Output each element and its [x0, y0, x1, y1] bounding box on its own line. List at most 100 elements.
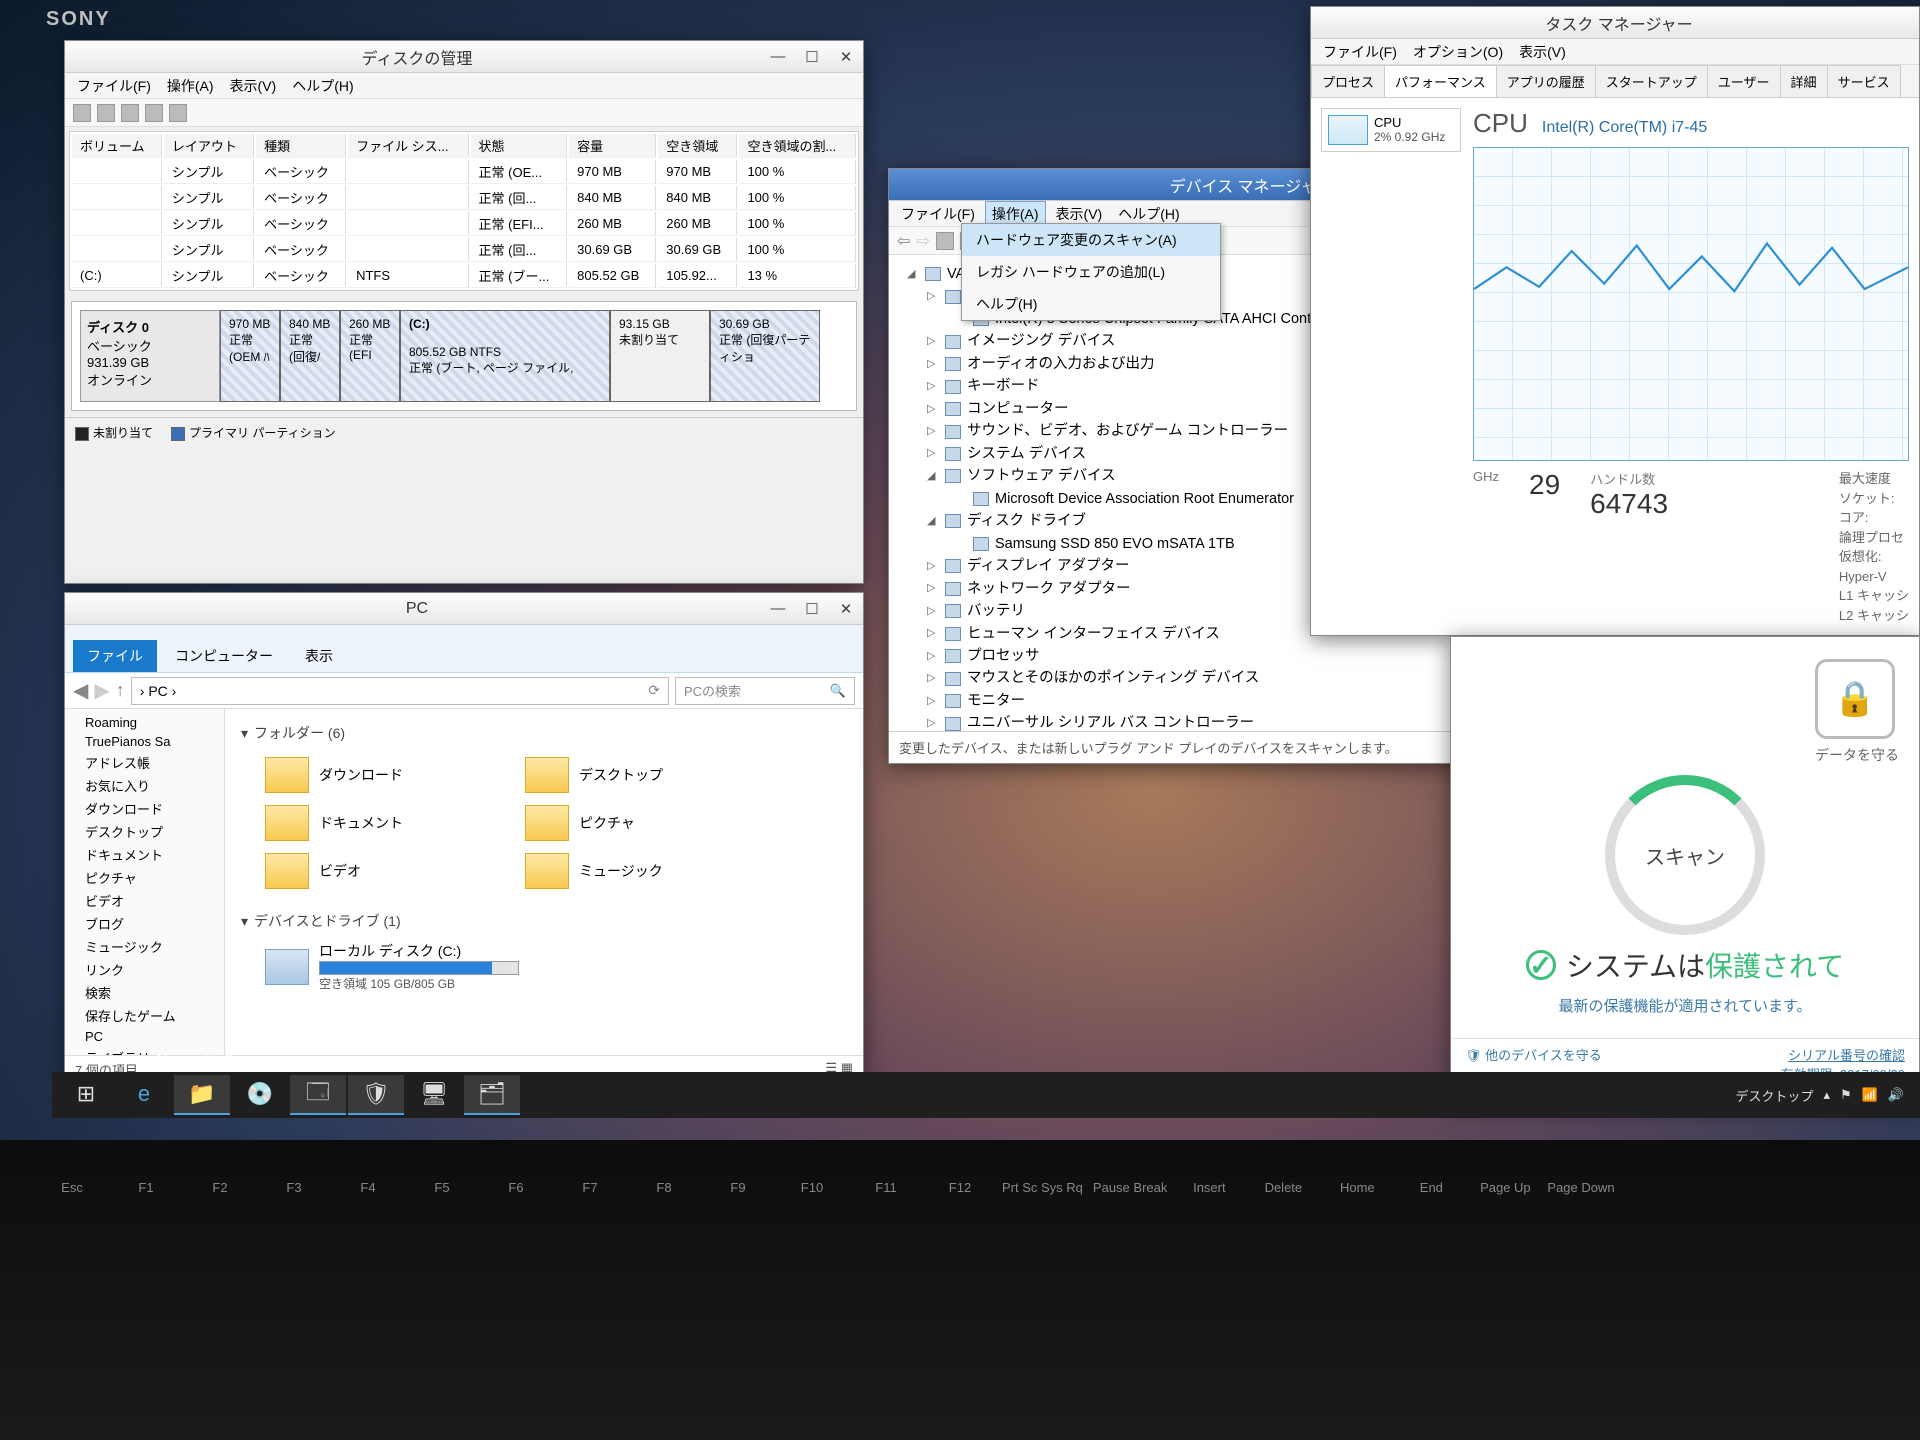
disk-label-panel[interactable]: ディスク 0ベーシック931.39 GBオンライン	[80, 310, 220, 402]
nav-item[interactable]: ブログ	[65, 912, 224, 935]
menu-item[interactable]: 操作(A)	[161, 74, 220, 98]
column-header[interactable]: ファイル シス...	[348, 134, 468, 158]
tray-network-icon[interactable]: 📶	[1862, 1087, 1878, 1103]
expander-icon[interactable]: ▷	[927, 333, 939, 350]
breadcrumb[interactable]: › PC ›	[140, 683, 177, 699]
menu-item[interactable]: ファイル(F)	[71, 74, 157, 98]
volume-list-table[interactable]: ボリュームレイアウト種類ファイル シス...状態容量空き領域空き領域の割...シ…	[69, 131, 859, 291]
volume-row[interactable]: シンプルベーシック正常 (回...30.69 GB30.69 GB100 %	[72, 238, 856, 262]
volume-row[interactable]: シンプルベーシック正常 (EFI...260 MB260 MB100 %	[72, 212, 856, 236]
expander-icon[interactable]: ◢	[907, 266, 919, 283]
nav-item[interactable]: ミュージック	[65, 935, 224, 958]
folder-item[interactable]: ミュージック	[525, 853, 725, 889]
dropdown-item[interactable]: レガシ ハードウェアの追加(L)	[962, 256, 1220, 288]
menu-item[interactable]: 表示(V)	[1050, 202, 1109, 226]
close-button[interactable]: ✕	[829, 595, 863, 623]
toolbar-forward-icon[interactable]	[97, 104, 115, 122]
taskmgr-tab[interactable]: ユーザー	[1707, 65, 1781, 97]
nav-item[interactable]: ピクチャ	[65, 866, 224, 889]
menu-item[interactable]: ファイル(F)	[1317, 40, 1403, 64]
nav-back-icon[interactable]: ◀	[73, 678, 88, 703]
taskbar-explorer[interactable]: 📁	[174, 1075, 230, 1115]
nav-item[interactable]: デスクトップ	[65, 820, 224, 843]
expander-icon[interactable]: ▷	[927, 603, 939, 620]
folder-item[interactable]: ダウンロード	[265, 757, 465, 793]
expander-icon[interactable]: ▷	[927, 693, 939, 710]
navigation-pane[interactable]: RoamingTruePianos Saアドレス帳お気に入りダウンロードデスクト…	[65, 709, 225, 1055]
expander-icon[interactable]: ▷	[927, 356, 939, 373]
devices-section-header[interactable]: ▾ デバイスとドライブ (1)	[241, 907, 847, 935]
column-header[interactable]: 空き領域の割...	[739, 134, 856, 158]
column-header[interactable]: 空き領域	[658, 134, 737, 158]
taskmgr-tab[interactable]: スタートアップ	[1595, 65, 1708, 97]
column-header[interactable]: 容量	[569, 134, 656, 158]
toolbar-refresh-icon[interactable]	[121, 104, 139, 122]
address-bar[interactable]: › PC › ⟳	[131, 677, 669, 705]
disk-graphical-view[interactable]: ディスク 0ベーシック931.39 GBオンライン970 MB正常 (OEM ﾊ…	[71, 301, 857, 411]
pc-titlebar[interactable]: PC — ☐ ✕	[65, 593, 863, 625]
expander-icon[interactable]: ▷	[927, 625, 939, 642]
nav-item[interactable]: ダウンロード	[65, 797, 224, 820]
taskmgr-titlebar[interactable]: タスク マネージャー	[1311, 7, 1919, 39]
sidebar-cpu[interactable]: CPU 2% 0.92 GHz	[1321, 108, 1461, 152]
volume-row[interactable]: シンプルベーシック正常 (回...840 MB840 MB100 %	[72, 186, 856, 210]
nav-forward-icon[interactable]: ▶	[94, 678, 109, 703]
maximize-button[interactable]: ☐	[795, 43, 829, 71]
menu-item[interactable]: 表示(V)	[1513, 40, 1572, 64]
menu-item[interactable]: 表示(V)	[224, 74, 283, 98]
expander-icon[interactable]: ▷	[927, 670, 939, 687]
menu-item[interactable]: ファイル(F)	[895, 202, 981, 226]
nav-forward-icon[interactable]: ⇨	[916, 231, 929, 251]
nav-item[interactable]: Roaming	[65, 713, 224, 732]
ribbon-tab[interactable]: ファイル	[73, 640, 157, 672]
menu-item[interactable]: ヘルプ(H)	[286, 74, 359, 98]
nav-item[interactable]: リンク	[65, 958, 224, 981]
nav-item[interactable]: お気に入り	[65, 774, 224, 797]
drive-item[interactable]: ローカル ディスク (C:) 空き領域 105 GB/805 GB	[241, 935, 847, 992]
nav-item[interactable]: PC	[65, 1027, 224, 1046]
taskbar-ie[interactable]: e	[116, 1075, 172, 1115]
expander-icon[interactable]: ▷	[927, 715, 939, 731]
dropdown-item[interactable]: ヘルプ(H)	[962, 288, 1220, 320]
volume-row[interactable]: (C:)シンプルベーシックNTFS正常 (ブー...805.52 GB105.9…	[72, 264, 856, 288]
close-button[interactable]: ✕	[829, 43, 863, 71]
search-input[interactable]: PCの検索 🔍	[675, 677, 855, 705]
maximize-button[interactable]: ☐	[795, 595, 829, 623]
expander-icon[interactable]: ◢	[927, 513, 939, 530]
minimize-button[interactable]: —	[761, 595, 795, 623]
toolbar-help-icon[interactable]	[169, 104, 187, 122]
taskmgr-tab[interactable]: サービス	[1827, 65, 1901, 97]
nav-item[interactable]: TruePianos Sa	[65, 732, 224, 751]
nav-back-icon[interactable]: ⇦	[897, 231, 910, 251]
column-header[interactable]: 種類	[256, 134, 346, 158]
partition-block[interactable]: 840 MB正常 (回復/	[280, 310, 340, 402]
partition-block[interactable]: (C:)805.52 GB NTFS正常 (ブート, ページ ファイル,	[400, 310, 610, 402]
minimize-button[interactable]: —	[761, 43, 795, 71]
nav-item[interactable]: アドレス帳	[65, 751, 224, 774]
scan-button[interactable]: スキャン	[1605, 775, 1765, 935]
expander-icon[interactable]: ▷	[927, 288, 939, 305]
toolbar-properties-icon[interactable]	[145, 104, 163, 122]
tray-chevron-icon[interactable]: ▴	[1823, 1087, 1830, 1103]
folder-item[interactable]: ドキュメント	[265, 805, 465, 841]
dropdown-item[interactable]: ハードウェア変更のスキャン(A)	[962, 224, 1220, 256]
nav-item[interactable]: 検索	[65, 981, 224, 1004]
expander-icon[interactable]: ▷	[927, 401, 939, 418]
diskmgmt-titlebar[interactable]: ディスクの管理 — ☐ ✕	[65, 41, 863, 73]
column-header[interactable]: 状態	[471, 134, 568, 158]
menu-item[interactable]: ヘルプ(H)	[1112, 202, 1185, 226]
taskbar-app-3[interactable]: 🛡	[348, 1075, 404, 1115]
menu-item[interactable]: オプション(O)	[1407, 40, 1509, 64]
lock-icon[interactable]: 🔒	[1815, 659, 1895, 739]
taskmgr-tab[interactable]: パフォーマンス	[1384, 65, 1497, 97]
partition-block[interactable]: 93.15 GB未割り当て	[610, 310, 710, 402]
ribbon-tab[interactable]: 表示	[291, 640, 347, 672]
taskbar-app-4[interactable]: 🖥	[406, 1075, 462, 1115]
start-button[interactable]: ⊞	[58, 1075, 114, 1115]
tray-volume-icon[interactable]: 🔊	[1888, 1087, 1904, 1103]
nav-item[interactable]: 保存したゲーム	[65, 1004, 224, 1027]
column-header[interactable]: ボリューム	[72, 134, 162, 158]
folder-item[interactable]: ピクチャ	[525, 805, 725, 841]
toolbar-scan-icon[interactable]	[936, 232, 954, 250]
nav-item[interactable]: ドキュメント	[65, 843, 224, 866]
